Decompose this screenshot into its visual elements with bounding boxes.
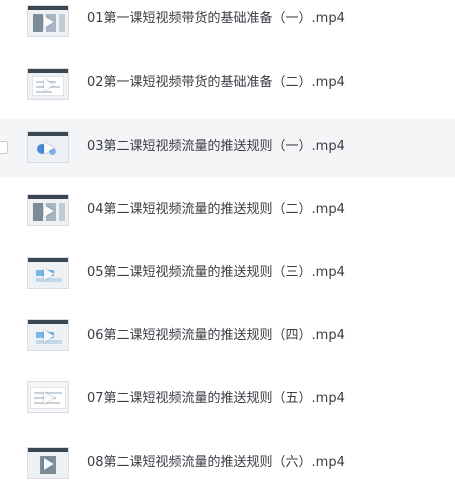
video-thumbnail-icon[interactable] xyxy=(27,5,69,37)
file-name[interactable]: 02第一课短视频带货的基础准备（二）.mp4 xyxy=(87,72,345,94)
thumbnail-topbar xyxy=(28,258,68,262)
file-row[interactable]: 04第二课短视频流量的推送规则（二）.mp4 xyxy=(0,180,455,238)
select-checkbox[interactable] xyxy=(0,141,8,154)
play-icon xyxy=(44,16,54,28)
file-name[interactable]: 06第二课短视频流量的推送规则（四）.mp4 xyxy=(87,325,345,347)
play-icon xyxy=(44,392,54,404)
file-row[interactable]: 08第二课短视频流量的推送规则（六）.mp4 xyxy=(0,433,455,491)
thumbnail-topbar xyxy=(28,132,68,136)
file-name[interactable]: 04第二课短视频流量的推送规则（二）.mp4 xyxy=(87,199,345,221)
thumbnail-topbar xyxy=(28,448,68,452)
file-name[interactable]: 01第一课短视频带货的基础准备（一）.mp4 xyxy=(87,8,345,30)
file-row[interactable]: 07第二课短视频流量的推送规则（五）.mp4 xyxy=(0,369,455,427)
thumbnail-topbar xyxy=(28,320,68,324)
file-name[interactable]: 08第二课短视频流量的推送规则（六）.mp4 xyxy=(87,452,345,474)
video-thumbnail-icon[interactable] xyxy=(27,68,69,100)
play-icon xyxy=(44,79,54,91)
play-icon xyxy=(44,330,54,342)
thumbnail-panel xyxy=(59,14,65,32)
video-thumbnail-icon[interactable] xyxy=(27,131,69,163)
thumbnail-topbar xyxy=(28,6,68,10)
video-thumbnail-icon[interactable] xyxy=(27,257,69,289)
thumbnail-topbar xyxy=(28,69,68,73)
thumbnail-panel xyxy=(59,203,65,221)
video-thumbnail-icon[interactable] xyxy=(27,319,69,351)
video-thumbnail-icon[interactable] xyxy=(27,381,69,413)
play-icon xyxy=(44,458,54,470)
file-row-hovered[interactable]: 03第二课短视频流量的推送规则（一）.mp4 xyxy=(0,119,455,177)
file-name[interactable]: 07第二课短视频流量的推送规则（五）.mp4 xyxy=(87,388,345,410)
thumbnail-line xyxy=(36,91,52,93)
file-row[interactable]: 02第一课短视频带货的基础准备（二）.mp4 xyxy=(0,60,455,118)
file-row[interactable]: 06第二课短视频流量的推送规则（四）.mp4 xyxy=(0,304,455,362)
video-thumbnail-icon[interactable] xyxy=(27,447,69,479)
file-row[interactable]: 01第一课短视频带货的基础准备（一）.mp4 xyxy=(0,0,455,58)
file-row[interactable]: 05第二课短视频流量的推送规则（三）.mp4 xyxy=(0,240,455,298)
play-icon xyxy=(44,142,54,154)
file-list: 01第一课短视频带货的基础准备（一）.mp4 02第一课短视频带货的基础准备（二… xyxy=(0,0,455,483)
play-icon xyxy=(44,205,54,217)
video-thumbnail-icon[interactable] xyxy=(27,194,69,226)
file-name[interactable]: 05第二课短视频流量的推送规则（三）.mp4 xyxy=(87,262,345,284)
play-icon xyxy=(44,268,54,280)
thumbnail-topbar xyxy=(28,195,68,199)
thumbnail-panel xyxy=(33,14,43,32)
file-name[interactable]: 03第二课短视频流量的推送规则（一）.mp4 xyxy=(87,136,345,158)
thumbnail-panel xyxy=(33,203,43,221)
